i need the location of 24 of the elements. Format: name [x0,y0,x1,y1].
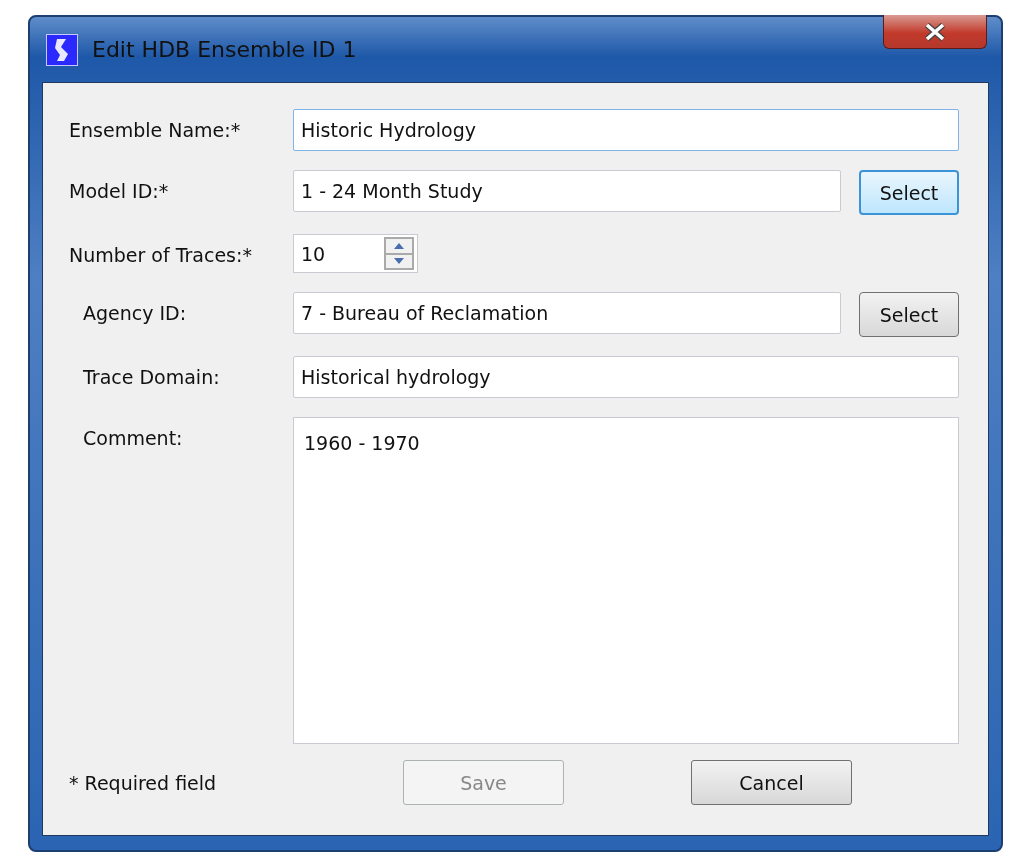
number-spinner[interactable]: 10 [293,234,418,273]
required-note: * Required field [69,771,218,794]
field-label: Ensemble Name:* [69,118,242,141]
input-field[interactable]: 7 - Bureau of Reclamation [293,292,841,334]
app-logo-icon [46,33,78,66]
field-label: Comment: [82,426,184,449]
close-button[interactable] [883,15,987,49]
cancel-button[interactable]: Cancel [691,760,852,805]
window-title: Edit HDB Ensemble ID 1 [92,37,357,62]
down-arrow-icon [394,258,404,265]
input-field[interactable]: Historical hydrology [293,356,959,398]
input-field[interactable]: 1 - 24 Month Study [293,170,841,212]
field-label: Model ID:* [69,179,170,202]
number-input[interactable]: 10 [294,242,384,265]
input-field[interactable]: Historic Hydrology [293,109,959,151]
select-button[interactable]: Select [859,292,959,337]
increment-button[interactable] [386,239,412,253]
select-button[interactable]: Select [859,170,959,215]
comment-field[interactable]: 1960 - 1970 [293,417,959,744]
field-label: Number of Traces:* [69,243,253,266]
up-arrow-icon [394,242,404,249]
field-label: Trace Domain: [82,365,221,388]
close-icon [923,22,947,41]
field-label: Agency ID: [82,301,188,324]
